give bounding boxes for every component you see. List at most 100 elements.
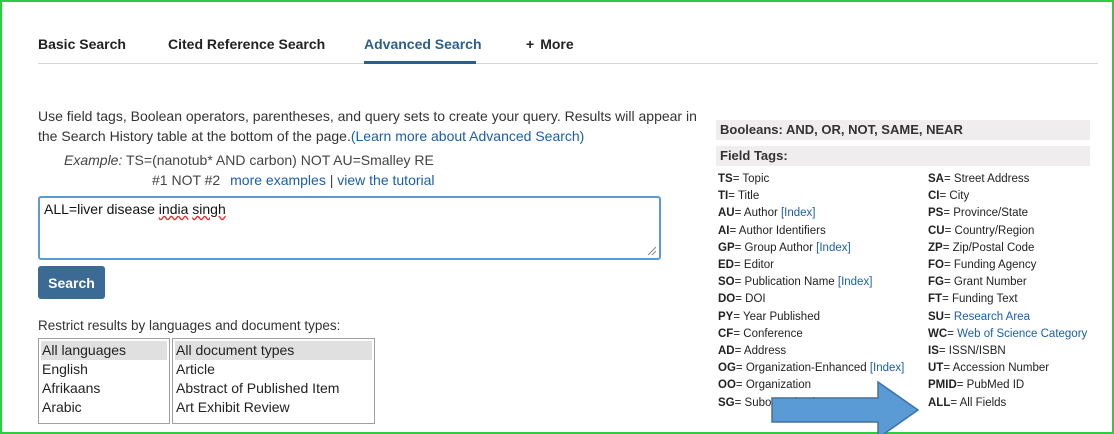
field-tag-row: ALL= All Fields (928, 395, 1006, 412)
field-tag-row: PY= Year Published (718, 309, 820, 326)
field-tag-equals: = (735, 379, 746, 392)
field-tag-row: WC= Web of Science Category (928, 326, 1087, 343)
doctype-option-all[interactable]: All document types (175, 341, 372, 360)
field-tag-code: TS (718, 173, 733, 185)
query-word-india: india (158, 201, 189, 217)
example-line-2: #1 NOT #2 more examples | view the tutor… (152, 172, 435, 188)
field-tag-desc: Funding Agency (953, 259, 1037, 271)
query-textarea[interactable]: ALL=liver disease india singh (38, 196, 661, 260)
field-tag-desc: Funding Text (951, 293, 1018, 306)
tab-advanced-search[interactable]: Advanced Search (364, 36, 482, 52)
field-tag-row: FG= Grant Number (928, 274, 1027, 291)
tab-more[interactable]: + More (526, 36, 574, 52)
field-tag-desc: Street Address (953, 173, 1030, 185)
field-tag-code: UT (928, 362, 944, 375)
field-tag-desc: Country/Region (954, 224, 1035, 237)
field-tag-desc-link[interactable]: Web of Science Category (957, 328, 1087, 340)
field-tag-equals: = (733, 310, 744, 323)
field-tag-desc: Topic (742, 173, 770, 185)
field-tag-equals: = (943, 362, 953, 375)
field-tag-code: SA (928, 173, 944, 185)
field-tag-equals: = (950, 396, 960, 409)
field-tag-equals: = (728, 190, 738, 203)
field-tag-code: SU (928, 310, 944, 323)
intro-text: Use field tags, Boolean operators, paren… (38, 106, 708, 146)
field-tag-code: FG (928, 276, 944, 289)
field-tag-desc: Author Identifiers (738, 224, 826, 237)
field-tag-code: DO (718, 293, 736, 306)
field-tag-code: ED (718, 259, 734, 271)
document-type-listbox[interactable]: All document types Article Abstract of P… (172, 338, 375, 424)
field-tag-code: PY (718, 310, 734, 323)
field-tag-equals: = (734, 345, 744, 357)
field-tag-row: SU= Research Area (928, 309, 1030, 326)
tab-cited-reference-search[interactable]: Cited Reference Search (168, 36, 325, 52)
field-tag-equals: = (943, 276, 954, 289)
more-examples-link[interactable]: more examples (230, 172, 326, 188)
field-tag-equals: = (942, 293, 952, 306)
search-tabs: Basic Search Cited Reference Search Adva… (38, 32, 1098, 64)
doctype-option[interactable]: Abstract of Published Item (173, 379, 374, 398)
example-label: Example: (64, 152, 123, 168)
field-tag-index-link[interactable]: [Index] (781, 207, 816, 219)
resize-handle-icon[interactable] (646, 245, 656, 255)
field-tag-index-link[interactable]: [Index] (816, 242, 851, 254)
doctype-option[interactable]: Art Exhibit Review (173, 398, 374, 417)
field-tag-code: PS (928, 207, 944, 220)
example-query: TS=(nanotub* AND carbon) NOT AU=Smalley … (126, 152, 434, 168)
field-tag-row: AD= Address (718, 343, 786, 360)
example-line: Example: TS=(nanotub* AND carbon) NOT AU… (64, 152, 434, 168)
tab-basic-search[interactable]: Basic Search (38, 36, 126, 52)
field-tag-row: TI= Title (718, 188, 759, 205)
field-tag-desc: Publication Name (744, 276, 838, 289)
field-tag-equals: = (947, 327, 958, 340)
field-tag-code: SG (718, 396, 735, 409)
field-tag-code: AI (718, 224, 730, 237)
field-tag-desc: Organization-Enhanced (745, 362, 870, 375)
field-tag-equals: = (939, 190, 950, 203)
field-tag-index-link[interactable]: [Index] (870, 362, 905, 374)
field-tag-code: AU (718, 207, 735, 220)
field-tag-row: CI= City (928, 188, 969, 205)
language-option[interactable]: Afrikaans (39, 379, 169, 398)
field-tag-equals: = (938, 345, 949, 357)
field-tag-code: ALL (928, 396, 951, 409)
tab-more-label: More (540, 36, 574, 52)
field-tag-desc-link[interactable]: Research Area (954, 311, 1030, 323)
query-text: ALL=liver disease india singh (44, 201, 226, 217)
field-tag-row: UT= Accession Number (928, 360, 1049, 377)
language-option[interactable]: Arabic (39, 398, 169, 417)
field-tag-code: OG (718, 362, 736, 375)
field-tag-desc: City (949, 190, 970, 203)
field-tag-row: DO= DOI (718, 291, 766, 308)
field-tag-desc: Province/State (953, 207, 1029, 220)
field-tag-index-link[interactable]: [Index] (838, 276, 873, 288)
field-tag-row: AI= Author Identifiers (718, 223, 826, 240)
language-listbox[interactable]: All languages English Afrikaans Arabic (38, 338, 170, 424)
field-tag-desc: Address (743, 345, 787, 357)
field-tag-row: ED= Editor (718, 257, 774, 274)
field-tag-row: SA= Street Address (928, 171, 1029, 188)
field-tag-desc: ISSN/ISBN (948, 345, 1006, 357)
field-tag-desc: Zip/Postal Code (952, 241, 1035, 254)
field-tag-code: CI (928, 190, 940, 203)
view-tutorial-link[interactable]: view the tutorial (337, 172, 434, 188)
learn-more-link[interactable]: (Learn more about Advanced Search) (351, 128, 584, 144)
doctype-option[interactable]: Article (173, 360, 374, 379)
booleans-heading: Booleans: AND, OR, NOT, SAME, NEAR (716, 120, 1090, 140)
field-tag-equals: = (944, 224, 955, 237)
restrict-label: Restrict results by languages and docume… (38, 318, 341, 333)
field-tag-row: PMID= PubMed ID (928, 377, 1024, 394)
field-tag-desc: Title (737, 190, 760, 203)
field-tag-code: TI (718, 190, 729, 203)
field-tag-equals: = (733, 259, 744, 271)
field-tag-code: SO (718, 276, 735, 289)
search-button[interactable]: Search (38, 266, 105, 299)
field-tag-equals: = (733, 327, 744, 340)
plus-icon: + (526, 36, 535, 52)
field-tag-desc: Author (743, 207, 781, 220)
language-option-all[interactable]: All languages (41, 341, 167, 360)
language-option[interactable]: English (39, 360, 169, 379)
field-tag-equals: = (956, 379, 967, 392)
field-tag-code: AD (718, 345, 735, 357)
